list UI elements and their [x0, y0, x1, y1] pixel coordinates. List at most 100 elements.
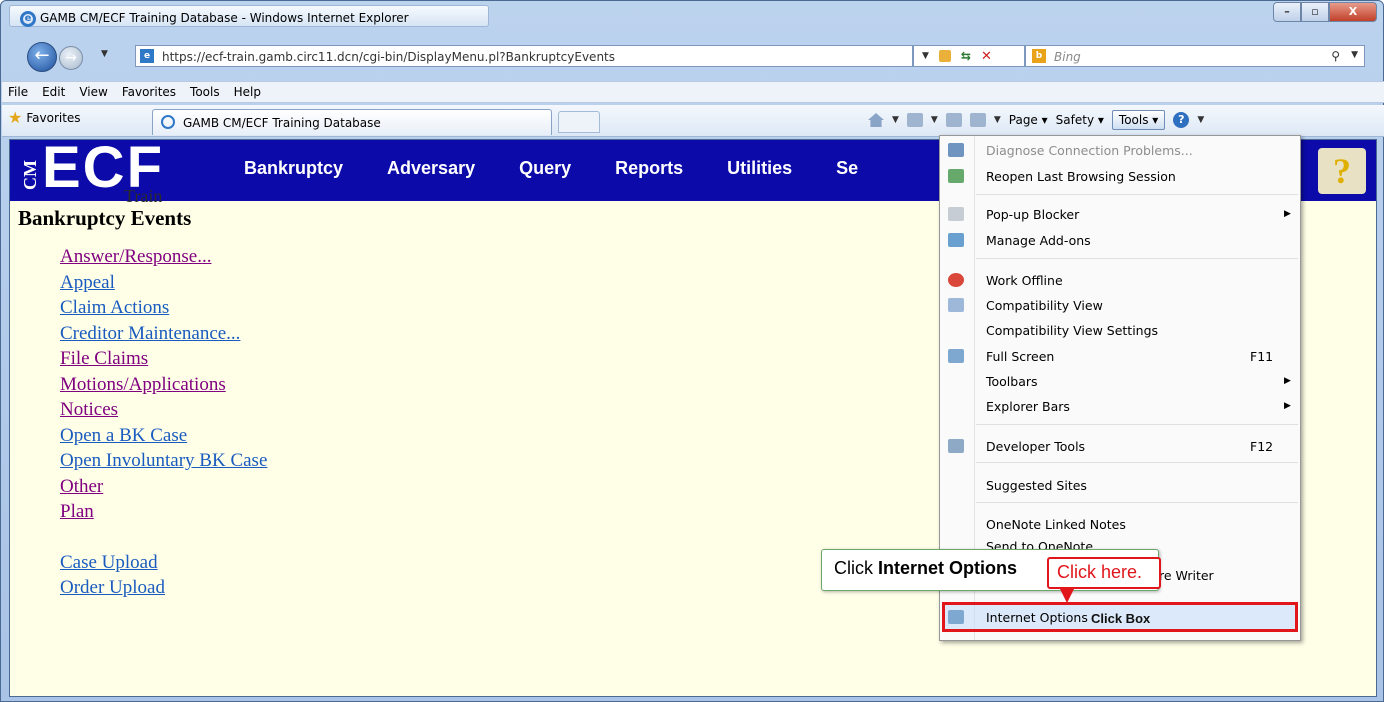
- search-input[interactable]: Bing: [1054, 50, 1081, 64]
- ecf-help-icon[interactable]: ?: [1318, 148, 1366, 194]
- search-icon[interactable]: ⚲: [1331, 49, 1340, 63]
- menu-item-toolbars[interactable]: Toolbars ▶: [940, 369, 1300, 393]
- menu-favorites[interactable]: Favorites: [122, 85, 176, 99]
- menu-view[interactable]: View: [79, 85, 107, 99]
- minimize-button[interactable]: –: [1273, 2, 1301, 22]
- submenu-arrow-icon: ▶: [1284, 401, 1291, 411]
- link-other[interactable]: Other: [60, 476, 103, 497]
- navigation-bar: ← → ▼ e https://ecf-train.gamb.circ11.dc…: [1, 37, 1383, 75]
- instruction-text: Click Internet Options: [834, 558, 1017, 579]
- home-dropdown-icon[interactable]: ▼: [892, 115, 899, 125]
- menu-item-explorer-bars-label: Explorer Bars: [986, 398, 1070, 414]
- address-dropdown-icon[interactable]: ▼: [922, 51, 929, 61]
- link-file-claims[interactable]: File Claims: [60, 348, 148, 369]
- command-bar: ▼ ▼ ▼ Page ▾ Safety ▾ Tools ▾ ? ▼: [868, 110, 1204, 130]
- forward-button[interactable]: →: [59, 46, 83, 70]
- menu-item-developer-tools[interactable]: Developer Tools F12: [940, 434, 1300, 458]
- address-url[interactable]: https://ecf-train.gamb.circ11.dcn/cgi-bi…: [162, 50, 615, 64]
- tab-active[interactable]: GAMB CM/ECF Training Database: [152, 109, 552, 135]
- refresh-icon[interactable]: ⇆: [961, 49, 971, 63]
- search-box[interactable]: b Bing ⚲ ▼: [1025, 45, 1365, 67]
- ecf-menu-query[interactable]: Query: [519, 158, 571, 179]
- menu-separator: [976, 424, 1298, 425]
- link-appeal[interactable]: Appeal: [60, 272, 115, 293]
- menu-item-onenote-linked[interactable]: OneNote Linked Notes: [940, 512, 1300, 536]
- link-creditor-maintenance[interactable]: Creditor Maintenance...: [60, 323, 240, 344]
- click-box-label[interactable]: Click Box: [1091, 611, 1150, 626]
- link-case-upload[interactable]: Case Upload: [60, 552, 158, 573]
- menu-item-diagnose: Diagnose Connection Problems...: [940, 138, 1300, 162]
- feeds-dropdown-icon[interactable]: ▼: [931, 115, 938, 125]
- menu-item-reopen[interactable]: Reopen Last Browsing Session: [940, 164, 1300, 188]
- page-menu-label: Page: [1008, 113, 1038, 127]
- tools-menu-button[interactable]: Tools ▾: [1111, 110, 1166, 130]
- print-icon[interactable]: [969, 113, 986, 127]
- link-open-bk-case[interactable]: Open a BK Case: [60, 425, 187, 446]
- address-bar[interactable]: e https://ecf-train.gamb.circ11.dcn/cgi-…: [135, 45, 913, 67]
- menu-item-writer-partial: re Writer: [1159, 568, 1214, 583]
- link-plan[interactable]: Plan: [60, 501, 94, 522]
- back-button[interactable]: ←: [27, 42, 57, 72]
- ecf-menu-adversary[interactable]: Adversary: [387, 158, 475, 179]
- ie-tab-icon: [161, 115, 175, 129]
- title-panel: e GAMB CM/ECF Training Database - Window…: [9, 5, 489, 27]
- menu-item-compat-label: Compatibility View: [986, 297, 1103, 313]
- menu-item-suggested-label: Suggested Sites: [986, 477, 1087, 493]
- link-open-involuntary-bk-case[interactable]: Open Involuntary BK Case: [60, 450, 267, 471]
- link-answer-response[interactable]: Answer/Response...: [60, 246, 211, 267]
- menu-item-reopen-label: Reopen Last Browsing Session: [986, 168, 1176, 184]
- lock-icon[interactable]: [938, 50, 951, 62]
- safety-menu-button[interactable]: Safety ▾: [1056, 113, 1104, 127]
- link-motions-applications[interactable]: Motions/Applications: [60, 374, 226, 395]
- menu-tools[interactable]: Tools: [190, 85, 220, 99]
- submenu-arrow-icon: ▶: [1284, 209, 1291, 219]
- close-button[interactable]: X: [1329, 2, 1377, 22]
- menu-item-addons-label: Manage Add-ons: [986, 232, 1091, 248]
- menu-item-manage-addons[interactable]: Manage Add-ons: [940, 228, 1300, 252]
- ecf-menu-reports[interactable]: Reports: [615, 158, 683, 179]
- search-dropdown-icon[interactable]: ▼: [1351, 50, 1358, 60]
- favorites-button[interactable]: ★ Favorites: [8, 110, 81, 126]
- menu-item-full-screen[interactable]: Full Screen F11: [940, 344, 1300, 368]
- link-order-upload[interactable]: Order Upload: [60, 577, 165, 598]
- menu-file[interactable]: File: [8, 85, 28, 99]
- favorites-bar: ★ Favorites GAMB CM/ECF Training Databas…: [2, 105, 1384, 137]
- help-icon[interactable]: ?: [1173, 112, 1190, 128]
- home-icon[interactable]: [868, 113, 884, 127]
- menu-item-devtools-label: Developer Tools: [986, 438, 1086, 454]
- window-title: GAMB CM/ECF Training Database - Windows …: [40, 11, 409, 25]
- menu-edit[interactable]: Edit: [42, 85, 65, 99]
- link-notices[interactable]: Notices: [60, 399, 118, 420]
- ecf-menu-search[interactable]: Se: [836, 158, 858, 179]
- menu-item-compat-view[interactable]: Compatibility View: [940, 293, 1300, 317]
- menu-item-work-offline[interactable]: Work Offline: [940, 268, 1300, 292]
- recent-pages-dropdown-icon[interactable]: ▼: [101, 49, 108, 59]
- menu-item-explorer-bars[interactable]: Explorer Bars ▶: [940, 394, 1300, 418]
- page-title: Bankruptcy Events: [18, 206, 192, 230]
- ecf-menu-bankruptcy[interactable]: Bankruptcy: [244, 158, 343, 179]
- safety-menu-label: Safety: [1055, 113, 1095, 127]
- maximize-button[interactable]: ▫: [1301, 2, 1329, 22]
- ie-logo-icon: e: [20, 11, 36, 27]
- devtools-shortcut: F12: [1250, 438, 1274, 454]
- submenu-arrow-icon: ▶: [1284, 376, 1291, 386]
- reopen-icon: [948, 169, 964, 183]
- menu-item-internet-options-label: Internet Options: [986, 609, 1088, 625]
- menu-item-compat-settings[interactable]: Compatibility View Settings: [940, 318, 1300, 342]
- page-menu-button[interactable]: Page ▾: [1009, 113, 1048, 127]
- ecf-menu-utilities[interactable]: Utilities: [727, 158, 792, 179]
- print-dropdown-icon[interactable]: ▼: [994, 115, 1001, 125]
- menu-help[interactable]: Help: [234, 85, 261, 99]
- window-controls: – ▫ X: [1273, 2, 1377, 22]
- new-tab-button[interactable]: [558, 111, 600, 133]
- menu-item-popup-blocker[interactable]: Pop-up Blocker ▶: [940, 202, 1300, 226]
- click-here-text: Click here.: [1057, 562, 1143, 582]
- feeds-icon[interactable]: [906, 113, 923, 127]
- full-screen-icon: [948, 349, 964, 363]
- link-claim-actions[interactable]: Claim Actions: [60, 297, 169, 318]
- menu-item-suggested-sites[interactable]: Suggested Sites: [940, 473, 1300, 497]
- stop-icon[interactable]: ✕: [981, 49, 992, 64]
- help-dropdown-icon[interactable]: ▼: [1197, 115, 1204, 125]
- menu-item-fullscreen-label: Full Screen: [986, 348, 1055, 364]
- mail-icon[interactable]: [945, 113, 962, 127]
